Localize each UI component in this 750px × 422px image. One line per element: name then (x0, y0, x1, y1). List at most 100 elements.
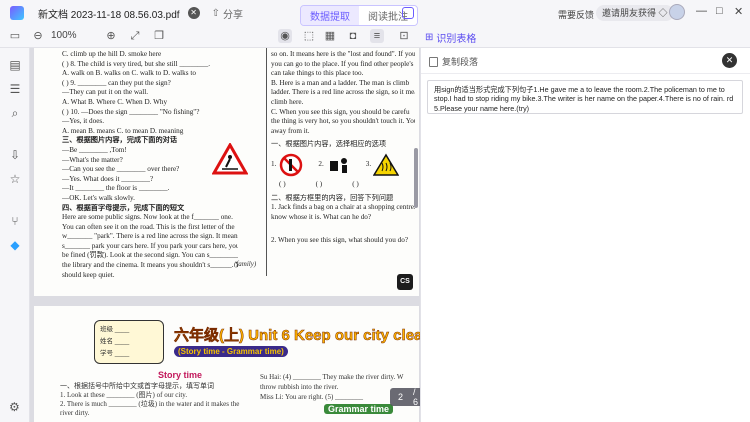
text-line: should keep quiet. (62, 270, 115, 279)
extraction-panel: 复制段落 ✕ 用sign的适当形式完成下列句子1.He gave me a to… (420, 48, 750, 422)
diamond-icon: ◇ (658, 8, 668, 18)
text-line: 1. Look at these ________ (图片) of our ci… (60, 391, 188, 399)
text-line: 2. There is much ________ (垃圾) in the wa… (60, 400, 240, 408)
section-heading: 四、根据首字母提示，完成下面的短文 (62, 203, 185, 212)
answer-blank: ( ) (315, 179, 323, 188)
feedback-link[interactable]: 需要反馈 (558, 8, 594, 21)
answer-parens: ( ) ( ) ( ) (271, 180, 415, 190)
close-tab-icon[interactable]: ✕ (187, 7, 200, 19)
text-line: Here are some public signs. Now look at … (62, 213, 233, 222)
page2-left-text: 一、根据括号中所给中文或首字母提示，填写单词 1. Look at these … (60, 372, 280, 418)
share-nodes-icon[interactable]: ⑂ (8, 214, 22, 228)
grammar-time-heading: Grammar time (324, 404, 394, 414)
close-window-icon[interactable]: ✕ (734, 5, 743, 18)
close-panel-icon[interactable]: ✕ (722, 53, 737, 68)
section-heading: 一、根据括号中所给中文或首字母提示，填写单词 (60, 382, 214, 390)
document-viewer[interactable]: C. climb up the hill D. smoke here( ) 8.… (30, 48, 420, 422)
text-line: ( ) 8. The child is very tired, but she … (62, 59, 210, 68)
expand-icon[interactable] (402, 7, 414, 19)
ai-assistant-icon[interactable]: ◆ (8, 238, 22, 252)
folder-icon[interactable]: ▭ (8, 29, 22, 43)
current-page: 2 (398, 392, 404, 402)
text-line: know whose it is. What can he do? (271, 212, 372, 221)
text-line: —Yes. What does it ________? (62, 174, 154, 183)
zoom-level[interactable]: 100% (51, 30, 77, 41)
text-line: C. climb up the hill D. smoke here (62, 50, 162, 58)
text-line: ladder. There is a red line across the s… (271, 88, 415, 97)
page-indicator[interactable]: 2 / 6 (390, 387, 420, 407)
select-area-icon[interactable]: ⬚ (302, 29, 316, 43)
text-lines-icon[interactable]: ≡ (370, 29, 384, 43)
copy-page-icon[interactable]: ❐ (152, 29, 166, 43)
outline-icon[interactable]: ☰ (8, 82, 22, 96)
text-line: —It ________ the floor is ________. (62, 184, 170, 193)
share-label: 分享 (222, 9, 243, 21)
recognize-table-button[interactable]: ⊞ 识别表格 (425, 30, 476, 45)
zoom-out-icon[interactable]: ⊖ (31, 29, 45, 43)
ocr-icon[interactable]: ⊡ (397, 29, 411, 43)
answer-blank: ( ) (352, 179, 359, 188)
text-line: 1. Jack finds a bag on a chair at a shop… (271, 203, 415, 212)
avatar[interactable] (669, 4, 685, 20)
sign-number: 3. (365, 160, 372, 169)
tab-data-extract[interactable]: 数据提取 (301, 6, 359, 25)
lost-and-found-sign (329, 157, 347, 173)
text-line: river dirty. (60, 409, 90, 417)
maximize-icon[interactable]: □ (716, 5, 723, 17)
total-pages: / 6 (413, 387, 419, 407)
text-line: away from it. (271, 126, 310, 135)
text-line: s_______ park your cars here. If you par… (62, 241, 238, 250)
student-info-label: 班级 ____ 姓名 ____ 学号 ____ (94, 320, 164, 364)
copy-paragraph-button[interactable]: 复制段落 (429, 55, 478, 68)
text-line: —OK. Let's walk slowly. (62, 193, 135, 202)
pdf-page-1: C. climb up the hill D. smoke here( ) 8.… (34, 48, 419, 296)
share-button[interactable]: ⇧ 分享 (212, 6, 243, 21)
title-bar: 新文档 2023-11-18 08.56.03.pdf ✕ ⇧ 分享 数据提取 … (0, 0, 750, 26)
text-line: 2. When you see this sign, what should y… (271, 236, 409, 245)
text-line: ( ) 9. ________ can they put the sign? (62, 78, 171, 87)
text-line: A. walk on B. walks on C. walk to D. wal… (62, 69, 196, 78)
copy-icon (429, 56, 438, 67)
sign-item: 2. (318, 153, 351, 177)
section-heading: 一、根据图片内容，选择相应的选项 (271, 140, 387, 149)
unit-title: 六年级(上) Unit 6 Keep our city clean (174, 327, 420, 345)
app-logo (10, 6, 24, 20)
extracted-text[interactable]: 用sign的适当形式完成下列句子1.He gave me a to leave … (427, 80, 743, 114)
invite-friends-button[interactable]: 邀请朋友获得 ◇ (596, 5, 674, 21)
pages-icon[interactable]: ▤ (8, 58, 22, 72)
recognize-table-label: 识别表格 (436, 34, 477, 45)
search-icon[interactable]: ⌕ (8, 106, 22, 120)
page1-right-column: so on. It means here is the "lost and fo… (266, 48, 419, 276)
zoom-in-icon[interactable]: ⊕ (104, 29, 118, 43)
camera-icon[interactable]: ◘ (346, 29, 360, 43)
text-line: C. When you see this sign, you should be… (271, 107, 410, 116)
eye-icon[interactable]: ◉ (278, 29, 292, 43)
import-icon[interactable]: ⇩ (8, 148, 22, 162)
text-line: you can go to the place. If you find oth… (271, 59, 415, 68)
text-line: w_______ "park". There is a red line acr… (62, 232, 238, 241)
star-icon[interactable]: ☆ (8, 172, 22, 186)
invite-label: 邀请朋友获得 (602, 8, 657, 18)
mode-switch: 数据提取 阅读批注 (300, 5, 418, 26)
table-detect-icon: ⊞ (425, 32, 434, 43)
class-line: 班级 ____ (100, 326, 130, 333)
pdf-page-2: 班级 ____ 姓名 ____ 学号 ____ 六年级(上) Unit 6 Ke… (34, 306, 420, 422)
sign-number: 2. (318, 160, 324, 169)
cs-badge: CS (397, 274, 413, 290)
name-line: 姓名 ____ (100, 338, 130, 345)
fit-page-icon[interactable]: ⤢ (128, 29, 142, 43)
wet-floor-sign (212, 143, 248, 175)
text-line: so on. It means here is the "lost and fo… (271, 50, 415, 58)
text-line: B. Here is a man and a ladder. The man i… (271, 78, 410, 87)
toolbar: ▭ ⊖ 100% ⊕ ⤢ ❐ ◉ ⬚ ▦ ◘ ≡ ⊡ ⊞ 识别表格 (0, 26, 750, 48)
text-line: the thing is very hot, so you shouldn't … (271, 117, 415, 126)
page1-family-label: (family) (234, 260, 257, 268)
document-tab[interactable]: 新文档 2023-11-18 08.56.03.pdf ✕ (38, 6, 200, 21)
table-icon[interactable]: ▦ (323, 29, 337, 43)
sign-number: 1. (271, 160, 277, 169)
no-climbing-sign (280, 153, 303, 177)
viewer-scrollbar[interactable] (414, 148, 418, 208)
minimize-icon[interactable]: — (696, 5, 707, 17)
settings-icon[interactable]: ⚙ (9, 400, 20, 414)
sign-item: 1. (271, 153, 304, 177)
